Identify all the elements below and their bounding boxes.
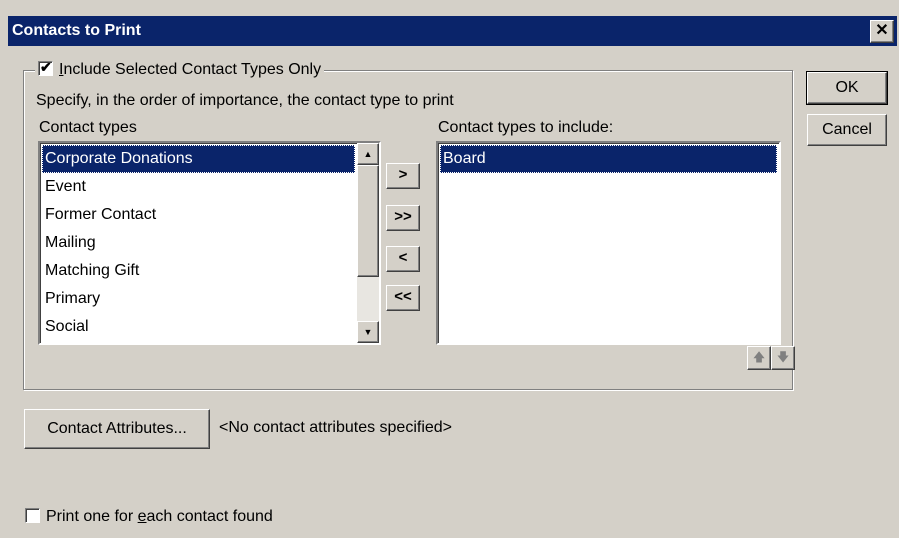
attributes-status-text: <No contact attributes specified> <box>219 419 453 436</box>
add-selected-button[interactable]: > <box>386 163 420 189</box>
contact-types-to-include-list[interactable]: Board <box>436 141 781 345</box>
ok-button[interactable]: OK <box>806 71 888 105</box>
scroll-thumb[interactable] <box>357 165 379 277</box>
cancel-button[interactable]: Cancel <box>807 114 887 146</box>
included-contact-type-item[interactable]: Board <box>440 145 777 173</box>
include-selected-checkbox-row[interactable]: ✔ Include Selected Contact Types Only <box>35 58 325 82</box>
checkmark-icon: ✔ <box>40 59 52 75</box>
contact-type-item[interactable]: Primary <box>42 285 355 313</box>
contact-types-to-include-header: Contact types to include: <box>438 119 614 136</box>
contact-type-item[interactable]: Matching Gift <box>42 257 355 285</box>
contacts-to-print-dialog: Contacts to Print ✕ ✔ Include Selected Co… <box>0 0 899 538</box>
contact-type-item[interactable]: Event <box>42 173 355 201</box>
close-icon: ✕ <box>875 22 889 39</box>
print-each-checkbox[interactable] <box>25 508 40 523</box>
contact-type-item[interactable]: Mailing <box>42 229 355 257</box>
include-selected-label: Include Selected Contact Types Only <box>59 61 322 78</box>
remove-all-button[interactable]: << <box>386 285 420 311</box>
window-title: Contacts to Print <box>12 22 141 39</box>
scroll-up-button[interactable]: ▲ <box>357 143 379 165</box>
contact-types-scrollbar[interactable]: ▲ ▼ <box>357 143 379 343</box>
remove-selected-button[interactable]: < <box>386 246 420 272</box>
scroll-down-button[interactable]: ▼ <box>357 321 379 343</box>
contact-type-item[interactable]: Corporate Donations <box>42 145 355 173</box>
print-each-checkbox-row[interactable]: Print one for each contact found <box>25 508 273 526</box>
include-selected-checkbox[interactable]: ✔ <box>38 59 53 76</box>
arrow-down-icon: 🡇 <box>776 350 790 364</box>
contact-type-item[interactable]: Former Contact <box>42 201 355 229</box>
close-button[interactable]: ✕ <box>870 20 894 43</box>
print-each-label: Print one for each contact found <box>46 508 273 525</box>
scroll-down-icon: ▼ <box>363 327 373 337</box>
scroll-up-icon: ▲ <box>363 149 373 159</box>
contact-type-item[interactable]: Social <box>42 313 355 341</box>
move-up-button[interactable]: 🡅 <box>747 346 771 370</box>
add-all-button[interactable]: >> <box>386 205 420 231</box>
move-down-button[interactable]: 🡇 <box>771 346 795 370</box>
contact-attributes-button[interactable]: Contact Attributes... <box>24 409 210 449</box>
title-bar: Contacts to Print ✕ <box>8 16 897 46</box>
instructions-text: Specify, in the order of importance, the… <box>36 92 454 109</box>
contact-types-header: Contact types <box>39 119 137 136</box>
arrow-up-icon: 🡅 <box>752 350 766 364</box>
contact-types-list[interactable]: Corporate Donations Event Former Contact Ma… <box>38 141 381 345</box>
